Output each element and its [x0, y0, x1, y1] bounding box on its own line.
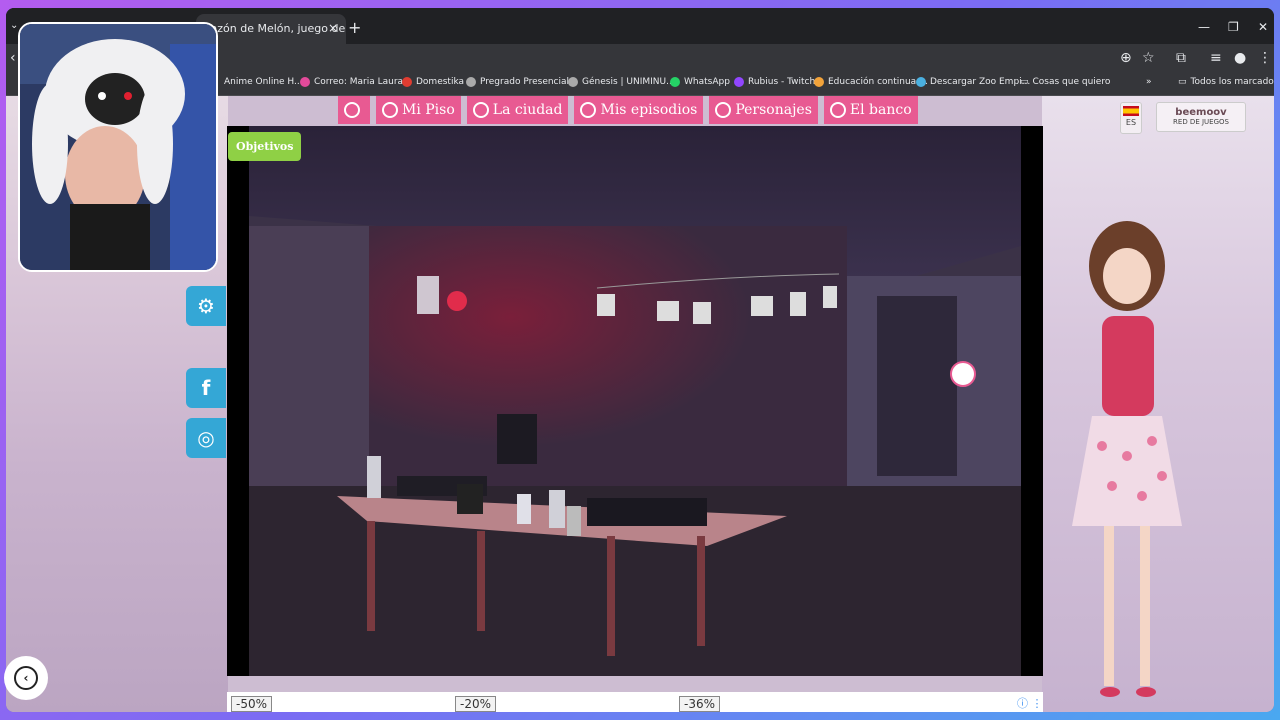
play-icon	[580, 102, 597, 118]
active-tab[interactable]: razón de Melón, juego de an	[196, 14, 346, 44]
bookmark-item[interactable]: Correo: Maria Laura...	[300, 77, 412, 87]
streamer-webcam-image	[20, 24, 216, 270]
bookmarks-overflow-button[interactable]: »	[1146, 77, 1152, 87]
tab-dropdown-icon[interactable]: ⌄	[10, 20, 18, 31]
objetivos-button[interactable]: Objetivos	[228, 132, 302, 161]
bookmark-item[interactable]: WhatsApp	[670, 77, 730, 87]
back-icon[interactable]: ‹	[10, 50, 16, 66]
ad-banner[interactable]: -50% -20% -36% ⓘ ⋮	[227, 692, 1043, 712]
whatsapp-icon	[670, 77, 680, 87]
game-nav: Mi Piso La ciudad Mis episodios Personaj…	[338, 96, 918, 124]
facebook-button[interactable]: f	[186, 368, 226, 408]
bookmark-item[interactable]: Anime Online H...	[224, 77, 303, 87]
nav-personajes[interactable]: Personajes	[709, 96, 818, 124]
nav-la-ciudad[interactable]: La ciudad	[466, 96, 569, 124]
gear-icon: ⚙	[197, 294, 215, 318]
nav-home[interactable]	[338, 96, 370, 124]
media-icon[interactable]: ≡	[1210, 50, 1222, 66]
language-selector[interactable]: ES	[1120, 102, 1142, 134]
back-button[interactable]: ‹	[4, 656, 48, 700]
extensions-icon[interactable]: ⧉	[1176, 50, 1186, 66]
twitch-icon	[734, 77, 744, 87]
bookmark-folder[interactable]: ▭ Cosas que quiero	[1020, 77, 1110, 87]
new-tab-button[interactable]: +	[348, 20, 361, 36]
folder-icon: ▭	[1178, 77, 1187, 87]
tab-title: razón de Melón, juego de an	[206, 22, 346, 35]
stamp-icon	[344, 102, 360, 118]
beemoov-logo[interactable]: beemoov RED DE JUEGOS	[1156, 102, 1246, 132]
bookmark-favicon-icon	[916, 77, 926, 87]
nav-mi-piso[interactable]: Mi Piso	[376, 96, 461, 124]
bookmark-item[interactable]: Descargar Zoo Empi...	[916, 77, 1030, 87]
heart-icon	[715, 102, 732, 118]
home-icon	[382, 102, 398, 118]
folder-icon: ▭	[1020, 77, 1029, 87]
maximize-icon[interactable]: ❐	[1228, 20, 1239, 34]
bookmark-favicon-icon	[466, 77, 476, 87]
right-background	[1042, 96, 1274, 712]
profile-icon[interactable]: ●	[1234, 50, 1246, 66]
coins-icon	[829, 102, 846, 118]
star-icon[interactable]: ☆	[1142, 50, 1155, 66]
character-illustration	[1072, 221, 1182, 697]
bookmark-favicon-icon	[814, 77, 824, 87]
bookmark-item[interactable]: Educación continua:...	[814, 77, 928, 87]
bookmark-favicon-icon	[402, 77, 412, 87]
discount-badge: -20%	[455, 696, 497, 712]
bookmark-item[interactable]: Domestika	[402, 77, 464, 87]
ad-info-icon[interactable]: ⓘ ⋮	[1017, 695, 1043, 711]
instagram-button[interactable]: ◎	[186, 418, 226, 458]
all-bookmarks-folder[interactable]: ▭Todos los marcadores	[1178, 77, 1274, 87]
webcam-overlay	[18, 22, 218, 272]
bookmark-favicon-icon	[300, 77, 310, 87]
game-scene[interactable]	[227, 126, 1043, 676]
settings-button[interactable]: ⚙	[186, 286, 226, 326]
bookmark-item[interactable]: Pregrado Presencial...	[466, 77, 578, 87]
spain-flag-icon	[1123, 106, 1139, 116]
location-icon	[472, 102, 489, 118]
nav-el-banco[interactable]: El banco	[823, 96, 918, 124]
instagram-icon: ◎	[197, 426, 215, 450]
nav-mis-episodios[interactable]: Mis episodios	[574, 96, 704, 124]
zoom-icon[interactable]: ⊕	[1120, 50, 1132, 66]
bookmark-item[interactable]: Rubius - Twitch	[734, 77, 815, 87]
bookmark-item[interactable]: Génesis | UNIMINU...	[568, 77, 675, 87]
bookmark-favicon-icon	[568, 77, 578, 87]
menu-icon[interactable]: ⋮	[1258, 50, 1272, 66]
discount-badge: -50%	[231, 696, 273, 712]
close-window-icon[interactable]: ✕	[1258, 20, 1268, 34]
close-tab-icon[interactable]: ×	[328, 21, 338, 35]
chevron-left-icon: ‹	[14, 666, 38, 690]
discount-badge: -36%	[679, 696, 721, 712]
darkroom-scene	[227, 126, 1043, 676]
minimize-icon[interactable]: —	[1198, 20, 1210, 34]
facebook-icon: f	[201, 376, 211, 400]
